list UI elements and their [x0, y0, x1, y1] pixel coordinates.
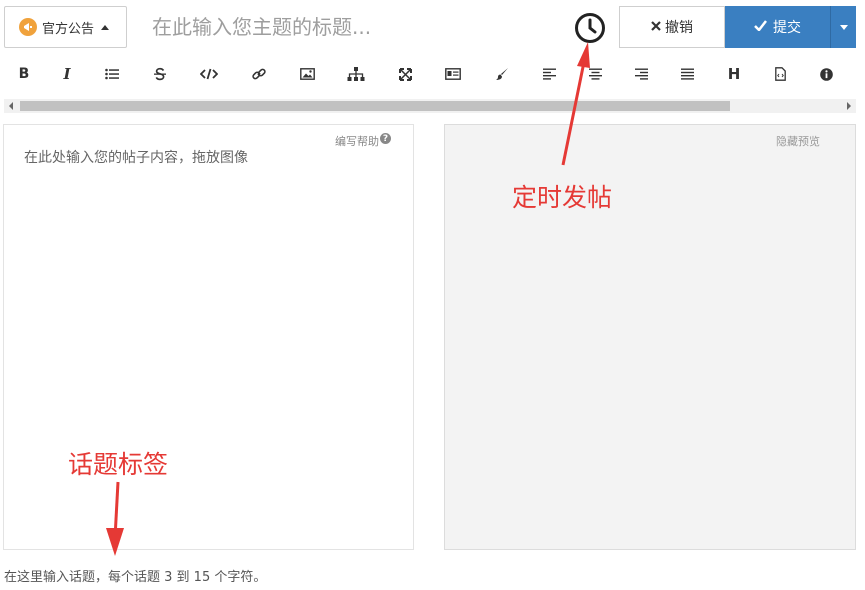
check-icon: [754, 19, 767, 35]
discard-button[interactable]: 撤销: [619, 6, 725, 48]
heading-icon[interactable]: H: [722, 62, 746, 86]
category-dropdown[interactable]: 官方公告: [4, 6, 127, 48]
link-icon[interactable]: [247, 62, 271, 86]
timed-post-arrow: [561, 42, 590, 166]
hide-preview-link[interactable]: 隐藏预览: [776, 133, 820, 149]
preview-pane: 隐藏预览: [444, 124, 856, 550]
strikethrough-icon[interactable]: [148, 62, 172, 86]
topic-tags-annotation: 话题标签: [68, 450, 169, 479]
close-icon: [651, 19, 661, 35]
align-right-icon[interactable]: [629, 62, 653, 86]
fullscreen-icon[interactable]: [393, 62, 417, 86]
submit-options-button[interactable]: [830, 6, 856, 48]
formatting-toolbar: B I H: [0, 62, 865, 86]
title-input[interactable]: [140, 6, 560, 48]
question-circle-icon[interactable]: ?: [380, 133, 391, 144]
megaphone-icon: [19, 18, 37, 36]
hierarchy-icon[interactable]: [344, 62, 368, 86]
bold-icon[interactable]: B: [12, 62, 36, 86]
toolbar-scrollbar[interactable]: [4, 99, 856, 113]
submit-button[interactable]: 提交: [725, 6, 830, 48]
caret-up-icon: [101, 24, 110, 30]
scroll-left-arrow-icon[interactable]: [4, 99, 18, 113]
chevron-down-icon: [839, 24, 848, 30]
justify-icon[interactable]: [675, 62, 699, 86]
scroll-right-arrow-icon[interactable]: [842, 99, 856, 113]
image-icon[interactable]: [295, 62, 319, 86]
editor-placeholder: 在此处输入您的帖子内容，拖放图像: [24, 150, 248, 166]
topic-tag-input[interactable]: 在这里输入话题，每个话题 3 到 15 个字符。: [4, 566, 266, 585]
topic-tags-arrow: [106, 481, 124, 556]
discard-label: 撤销: [665, 20, 693, 36]
id-card-icon[interactable]: [441, 62, 465, 86]
write-help-link[interactable]: 编写帮助: [335, 133, 379, 149]
italic-icon[interactable]: I: [55, 62, 79, 86]
bullet-list-icon[interactable]: [100, 62, 124, 86]
timed-post-annotation: 定时发帖: [512, 183, 613, 212]
post-editor[interactable]: 在此处输入您的帖子内容，拖放图像 编写帮助 ?: [3, 124, 414, 550]
scrollbar-thumb[interactable]: [20, 101, 730, 111]
brush-icon[interactable]: [490, 62, 514, 86]
code-icon[interactable]: [197, 62, 221, 86]
html-file-icon[interactable]: [768, 62, 792, 86]
category-label: 官方公告: [42, 21, 95, 37]
info-icon[interactable]: [814, 62, 838, 86]
submit-label: 提交: [773, 20, 801, 36]
